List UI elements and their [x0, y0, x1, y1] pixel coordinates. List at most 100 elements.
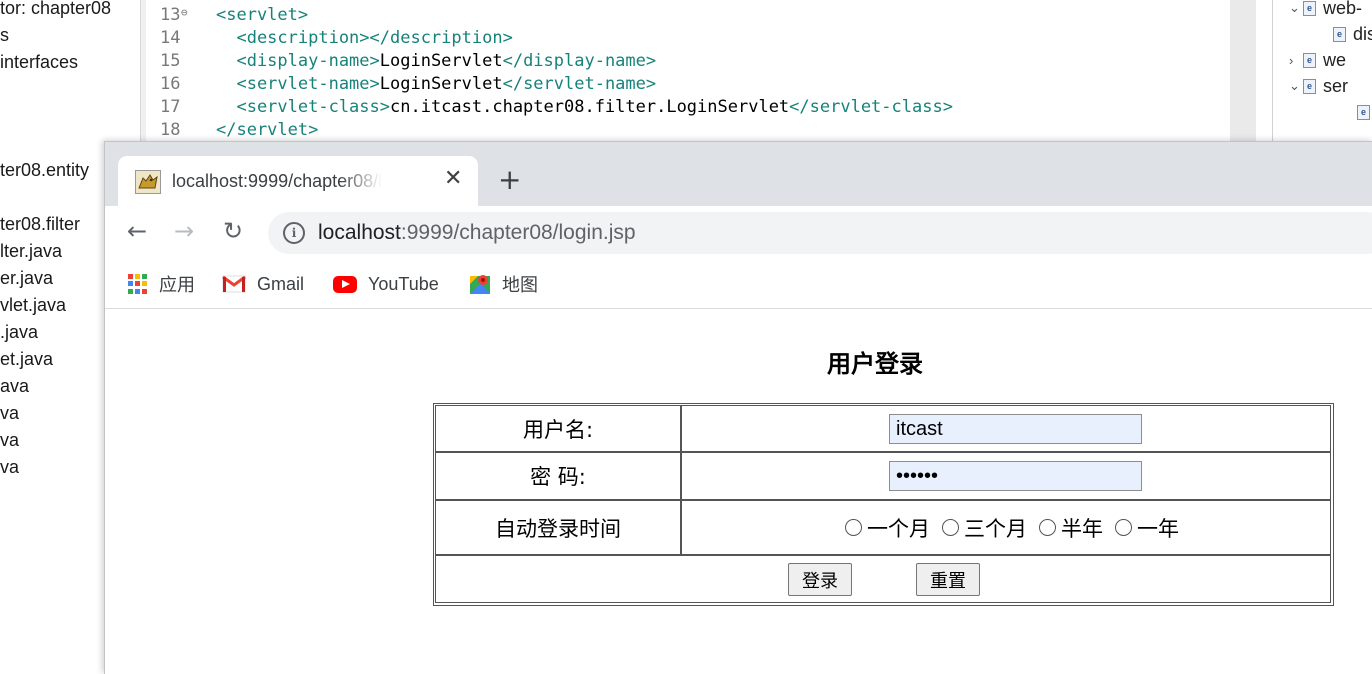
- xml-text-token: LoginServlet: [379, 74, 503, 94]
- tree-chevron-icon[interactable]: ⌄: [1289, 78, 1303, 94]
- outline-label: dis: [1353, 23, 1372, 44]
- xml-element-icon: e: [1303, 0, 1316, 16]
- xml-element-icon: e: [1333, 26, 1346, 42]
- tree-chevron-icon[interactable]: ⌄: [1289, 0, 1303, 16]
- line-number: 17: [160, 97, 181, 117]
- explorer-item[interactable]: interfaces: [0, 52, 78, 73]
- explorer-item[interactable]: lter.java: [0, 241, 62, 262]
- bookmark-apps[interactable]: 应用: [128, 273, 195, 295]
- username-input[interactable]: itcast: [889, 414, 1142, 444]
- browser-toolbar: ← → ↻ i localhost:9999/chapter08/login.j…: [105, 206, 1372, 260]
- explorer-item[interactable]: ava: [0, 376, 29, 397]
- outline-node[interactable]: ⌄ e web-: [1289, 0, 1362, 20]
- reload-icon[interactable]: ↻: [223, 219, 243, 243]
- xml-tag-token: <servlet>: [216, 5, 309, 25]
- outline-node[interactable]: ⌄ e ser: [1289, 74, 1348, 98]
- explorer-item[interactable]: ter08.filter: [0, 214, 80, 235]
- xml-tag-token: <servlet-class>: [216, 97, 390, 117]
- fold-toggle-icon[interactable]: ⊖: [181, 6, 188, 19]
- outline-label: web-: [1323, 0, 1363, 18]
- xml-tag-token: </display-name>: [502, 51, 657, 71]
- code-text: <servlet-name>LoginServlet</servlet-name…: [216, 74, 656, 94]
- xml-tag-token: <servlet-name>: [216, 74, 380, 94]
- bookmark-youtube[interactable]: YouTube: [333, 273, 439, 295]
- outline-node[interactable]: e: [1357, 100, 1372, 124]
- line-number: 16: [160, 74, 181, 94]
- code-text: <display-name>LoginServlet</display-name…: [216, 51, 656, 71]
- code-text: <description></description>: [216, 28, 513, 48]
- outline-label: ser: [1323, 75, 1349, 96]
- browser-tab[interactable]: localhost:9999/chapter08/login.jsp ✕: [118, 156, 478, 206]
- explorer-item[interactable]: va: [0, 457, 19, 478]
- explorer-item[interactable]: .java: [0, 322, 38, 343]
- page-title: 用户登录: [827, 350, 923, 378]
- close-tab-icon[interactable]: ✕: [444, 166, 462, 191]
- radio-label: 一年: [1137, 516, 1179, 541]
- url-path: :9999/chapter08/login.jsp: [400, 221, 636, 244]
- radio-circle-icon[interactable]: [942, 519, 959, 536]
- outline-label: we: [1323, 49, 1347, 70]
- login-form-table: 用户名: itcast 密 码: •••••• 自动登录时间 一个月 三个月 半…: [433, 403, 1334, 606]
- line-number: 18: [160, 120, 181, 140]
- xml-tag-token: </servlet>: [216, 120, 319, 140]
- site-info-icon[interactable]: i: [283, 222, 305, 244]
- reset-button[interactable]: 重置: [916, 563, 980, 596]
- bookmark-label: Gmail: [257, 273, 305, 294]
- xml-tag-token: </servlet-class>: [789, 97, 953, 117]
- radio-one-month[interactable]: 一个月: [845, 513, 930, 543]
- password-input[interactable]: ••••••: [889, 461, 1142, 491]
- code-text: <servlet-class>cn.itcast.chapter08.filte…: [216, 97, 953, 117]
- bookmark-label: 地图: [502, 275, 538, 295]
- explorer-item[interactable]: vlet.java: [0, 295, 66, 316]
- autologin-options: 一个月 三个月 半年 一年: [681, 500, 1331, 555]
- line-number: 13: [160, 5, 181, 25]
- bookmarks-bar: 应用 Gmail YouTube 地图: [105, 260, 1372, 309]
- radio-circle-icon[interactable]: [1039, 519, 1056, 536]
- buttons-cell: 登录 重置: [435, 555, 1331, 603]
- xml-element-icon: e: [1357, 104, 1370, 120]
- outline-node[interactable]: › e we: [1289, 48, 1346, 72]
- apps-grid-icon: [128, 274, 148, 294]
- explorer-item[interactable]: va: [0, 403, 19, 424]
- back-arrow-icon[interactable]: ←: [127, 219, 147, 243]
- radio-circle-icon[interactable]: [1115, 519, 1132, 536]
- username-cell: itcast: [681, 405, 1331, 452]
- explorer-item[interactable]: tor: chapter08: [0, 0, 111, 19]
- explorer-item[interactable]: va: [0, 430, 19, 451]
- maps-pin-icon: [469, 273, 491, 295]
- code-text: <servlet>: [216, 5, 308, 25]
- username-label: 用户名:: [435, 405, 681, 452]
- tab-title: localhost:9999/chapter08/login.jsp: [172, 171, 382, 191]
- xml-text-token: cn.itcast.chapter08.filter.LoginServlet: [390, 97, 790, 117]
- tomcat-favicon-icon: [135, 170, 161, 194]
- forward-arrow-icon[interactable]: →: [174, 219, 194, 243]
- xml-tag-token: <description></description>: [216, 28, 513, 48]
- bookmark-label: YouTube: [368, 273, 439, 294]
- radio-half-year[interactable]: 半年: [1039, 513, 1103, 543]
- youtube-icon: [333, 275, 357, 293]
- login-button[interactable]: 登录: [788, 563, 852, 596]
- autologin-label: 自动登录时间: [435, 500, 681, 555]
- page-content: 用户登录 用户名: itcast 密 码: •••••• 自动登录时间 一个月 …: [105, 309, 1372, 674]
- bookmark-gmail[interactable]: Gmail: [222, 273, 304, 295]
- radio-three-months[interactable]: 三个月: [942, 513, 1027, 543]
- bookmark-maps[interactable]: 地图: [469, 273, 538, 295]
- explorer-item[interactable]: et.java: [0, 349, 53, 370]
- url-text[interactable]: localhost:9999/chapter08/login.jsp: [318, 221, 636, 245]
- bookmark-label: 应用: [159, 275, 195, 295]
- radio-circle-icon[interactable]: [845, 519, 862, 536]
- address-bar[interactable]: i localhost:9999/chapter08/login.jsp: [268, 212, 1372, 254]
- outline-view: ⌄eweb-edis›ewe⌄esere: [1272, 0, 1372, 142]
- outline-node[interactable]: edis: [1333, 22, 1372, 46]
- radio-label: 一个月: [867, 516, 930, 541]
- new-tab-icon[interactable]: +: [498, 166, 521, 194]
- editor-scrollbar[interactable]: [1230, 0, 1256, 142]
- tree-chevron-icon[interactable]: ›: [1289, 53, 1303, 68]
- code-editor[interactable]: 13 ⊖ <servlet> 14 <description></descriptio…: [146, 0, 1230, 142]
- explorer-item[interactable]: s: [0, 25, 9, 46]
- explorer-item[interactable]: er.java: [0, 268, 53, 289]
- line-number: 14: [160, 28, 181, 48]
- explorer-item[interactable]: ter08.entity: [0, 160, 89, 181]
- code-text: </servlet>: [216, 120, 318, 140]
- radio-one-year[interactable]: 一年: [1115, 513, 1179, 543]
